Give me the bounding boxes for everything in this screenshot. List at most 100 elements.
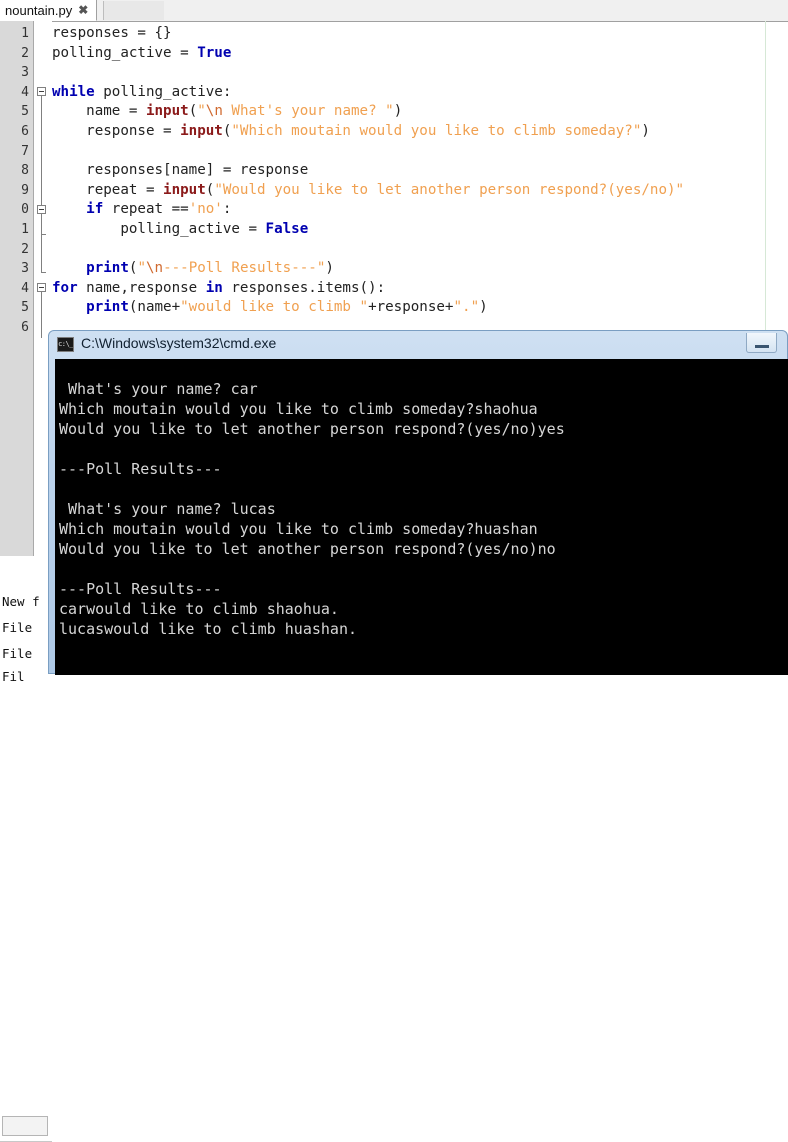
code-line[interactable]: if repeat =='no':: [52, 200, 788, 220]
code-line[interactable]: [52, 63, 788, 83]
console-output-line: Which moutain would you like to climb so…: [59, 400, 538, 418]
line-number: 1: [21, 26, 29, 41]
code-line[interactable]: while polling_active:: [52, 83, 788, 103]
line-number: 1: [21, 221, 29, 237]
code-token: ---Poll Results---": [163, 260, 326, 277]
code-line[interactable]: polling_active = True: [52, 44, 788, 64]
console-output-line: Would you like to let another person res…: [59, 420, 565, 438]
code-line[interactable]: polling_active = False: [52, 220, 788, 240]
code-token: :: [376, 279, 386, 296]
fold-line-if: [41, 214, 42, 273]
console-output-line: ---Poll Results---: [59, 460, 222, 478]
panel-scroll-thumb[interactable]: [2, 1116, 48, 1136]
fold-toggle-if[interactable]: [37, 205, 46, 214]
editor-tab-strip: nountain.py ✖: [0, 0, 788, 22]
tab-strip-empty-area: [103, 0, 788, 21]
lower-left-panel: New f File File Fil: [0, 556, 52, 1142]
code-token: responses[name] = response: [52, 162, 309, 179]
console-output-line: lucaswould like to climb huashan.: [59, 620, 358, 638]
tab-mountain-py[interactable]: nountain.py ✖: [0, 0, 98, 21]
code-line[interactable]: [52, 142, 788, 162]
code-line[interactable]: for name,response in responses.items():: [52, 279, 788, 299]
code-token: polling_active =: [52, 44, 198, 61]
code-line[interactable]: name = input("\n What's your name? "): [52, 102, 788, 122]
fold-toggle-while[interactable]: [37, 87, 46, 96]
line-number: 9: [21, 182, 29, 198]
line-number: 0: [21, 202, 29, 218]
line-number: 4: [21, 84, 29, 100]
console-output-line: carwould like to climb shaohua.: [59, 600, 339, 618]
code-line[interactable]: [52, 240, 788, 260]
code-token: What's your name? ": [222, 103, 394, 120]
code-token: response =: [52, 122, 181, 139]
line-number: 2: [21, 45, 29, 61]
code-token: True: [197, 44, 232, 61]
code-token: (: [188, 103, 198, 120]
code-token: for: [52, 279, 78, 296]
fold-line-for: [41, 292, 42, 338]
code-token: responses = {}: [52, 25, 172, 41]
code-line[interactable]: responses = {}: [52, 24, 788, 44]
tab-strip-placeholder[interactable]: [103, 1, 164, 20]
cmd-title-bar[interactable]: c:\_ C:\Windows\system32\cmd.exe: [49, 331, 787, 359]
cmd-window-frame: c:\_ C:\Windows\system32\cmd.exe What's …: [48, 330, 788, 675]
line-number: 5: [21, 104, 29, 120]
line-number: 3: [21, 65, 29, 81]
close-icon[interactable]: ✖: [78, 4, 88, 16]
cmd-console-window[interactable]: c:\_ C:\Windows\system32\cmd.exe What's …: [48, 330, 788, 675]
code-token: "would like to climb ": [180, 299, 369, 316]
code-token: \n: [145, 260, 164, 277]
code-token: ): [393, 103, 403, 120]
tab-label: nountain.py: [5, 2, 73, 18]
console-output-line: ---Poll Results---: [59, 580, 222, 598]
code-token: "Which moutain would you like to climb s…: [231, 122, 642, 139]
code-token: if: [86, 201, 104, 218]
code-token: in: [205, 279, 223, 296]
code-line[interactable]: response = input("Which moutain would yo…: [52, 122, 788, 142]
line-number: 4: [21, 280, 29, 296]
code-token: 'no': [188, 201, 223, 218]
code-token: ": [197, 103, 206, 120]
code-token: (name+: [128, 299, 181, 316]
code-line[interactable]: repeat = input("Would you like to let an…: [52, 181, 788, 201]
fold-line-while: [41, 96, 42, 214]
code-text-area[interactable]: responses = {} polling_active = True whil…: [52, 24, 788, 338]
minimize-button[interactable]: [746, 333, 777, 353]
cmd-window-title: C:\Windows\system32\cmd.exe: [81, 335, 277, 351]
console-icon: c:\_: [57, 337, 74, 352]
code-token: repeat =: [52, 181, 164, 198]
code-token: responses.items: [222, 279, 360, 296]
fold-tick-if-end: [41, 272, 46, 273]
code-token: ): [325, 260, 334, 277]
code-token: (): [359, 279, 377, 296]
line-number: 8: [21, 163, 29, 179]
console-output-line: Would you like to let another person res…: [59, 540, 556, 558]
line-number-column: 1 2 3 4 5 6 7 8 9 0 1 2 3 4 5 6: [0, 24, 29, 338]
code-token: polling_active =: [52, 220, 266, 237]
code-token: ): [641, 122, 650, 139]
code-token: name =: [52, 103, 146, 120]
cmd-output-area[interactable]: What's your name? car Which moutain would…: [55, 359, 788, 675]
line-number: 5: [21, 300, 29, 316]
line-number: 2: [21, 241, 29, 257]
code-line[interactable]: print("\n---Poll Results---"): [52, 259, 788, 279]
line-number: 3: [21, 261, 29, 277]
code-token: input: [145, 103, 189, 120]
code-token: ": [137, 260, 146, 277]
console-output-line: What's your name? car: [59, 380, 258, 398]
code-token: repeat ==: [103, 201, 189, 218]
code-line[interactable]: responses[name] = response: [52, 161, 788, 181]
fold-toggle-for[interactable]: [37, 283, 46, 292]
code-token: polling_active:: [94, 83, 232, 100]
code-line[interactable]: print(name+"would like to climb "+respon…: [52, 298, 788, 318]
code-token: print: [86, 299, 129, 316]
line-number: 7: [21, 143, 29, 159]
code-token: False: [265, 220, 309, 237]
code-token: name,response: [77, 279, 206, 296]
line-number: 6: [21, 319, 29, 335]
